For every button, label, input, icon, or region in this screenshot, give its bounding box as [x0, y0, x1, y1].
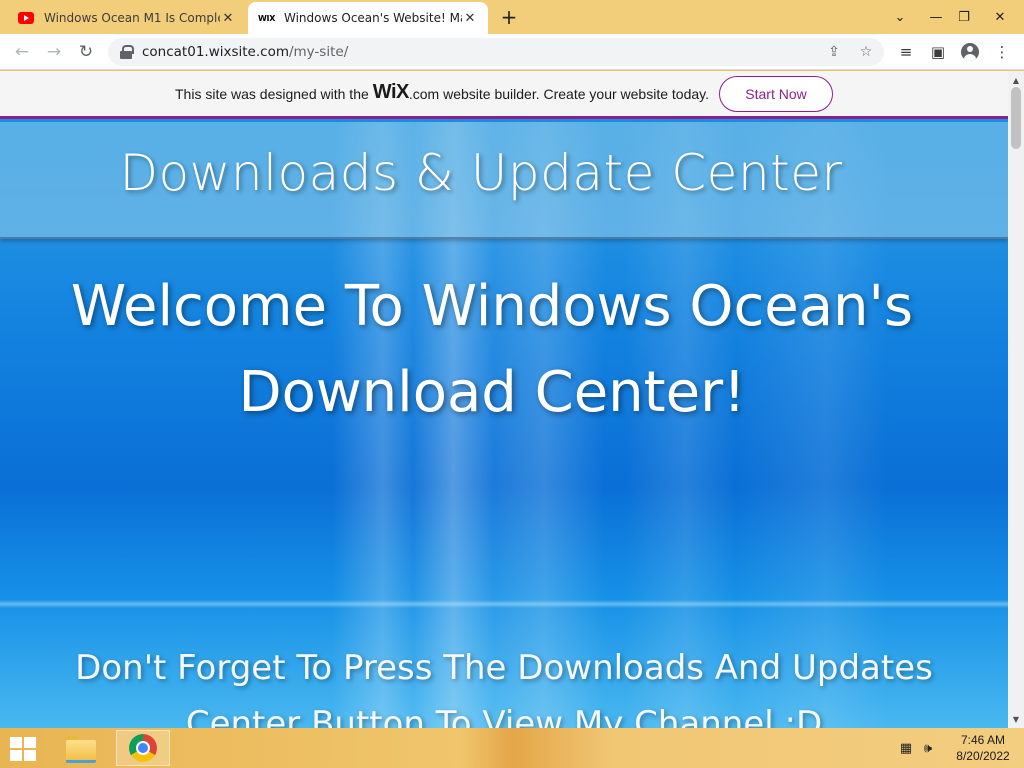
tab-close-icon[interactable]: ✕: [462, 10, 478, 26]
reminder-text: Don't Forget To Press The Downloads And …: [0, 640, 1008, 728]
clock-time: 7:46 AM: [960, 733, 1006, 747]
start-now-button[interactable]: Start Now: [719, 75, 833, 112]
menu-icon[interactable]: ⋮: [988, 38, 1016, 66]
clock-date: 8/20/2022: [956, 749, 1010, 763]
tab-title: Windows Ocean M1 Is Complete: [44, 11, 220, 25]
page-title: Downloads & Update Center: [119, 144, 843, 202]
new-tab-button[interactable]: +: [498, 5, 520, 29]
file-explorer-icon: [66, 736, 96, 763]
browser-toolbar: ← → ↻ concat01.wixsite.com/my-site/ ⇪ ☆ …: [0, 34, 1024, 70]
wix-logo[interactable]: WiX: [373, 81, 410, 104]
windows-start-icon[interactable]: [8, 736, 38, 762]
page-viewport: This site was designed with the WiX .com…: [0, 71, 1008, 728]
tab-youtube[interactable]: Windows Ocean M1 Is Complete ✕: [8, 2, 246, 34]
restore-button[interactable]: ❐: [946, 0, 982, 34]
tab-close-icon[interactable]: ✕: [220, 10, 236, 26]
scroll-up-icon[interactable]: ▲: [1008, 73, 1024, 87]
reload-icon[interactable]: ↻: [72, 38, 100, 66]
taskbar-clock[interactable]: 7:46 AM 8/20/2022: [948, 732, 1018, 764]
side-panel-icon[interactable]: ▣: [924, 38, 952, 66]
windows-taskbar: ▦ 🕪 7:46 AM 8/20/2022: [0, 728, 1024, 768]
wix-icon: WIX: [258, 13, 276, 23]
volume-icon[interactable]: 🕪: [920, 740, 936, 756]
vertical-scrollbar[interactable]: ▲ ▼: [1008, 71, 1024, 728]
close-window-button[interactable]: ✕: [982, 0, 1018, 34]
youtube-icon: [18, 12, 34, 24]
welcome-heading: Welcome To Windows Ocean's Download Cent…: [0, 264, 984, 436]
welcome-line-2: Download Center!: [238, 360, 746, 425]
share-icon[interactable]: ⇪: [824, 42, 844, 62]
tab-search-button[interactable]: ⌄: [882, 0, 918, 34]
profile-icon: [961, 43, 979, 61]
header-banner: Downloads & Update Center: [0, 122, 1008, 239]
chrome-taskbar-button[interactable]: [116, 730, 170, 766]
wix-banner-text-after: .com website builder. Create your websit…: [408, 85, 709, 102]
tab-strip: Windows Ocean M1 Is Complete ✕ WIX Windo…: [0, 0, 1024, 34]
wix-banner-text-before: This site was designed with the: [175, 85, 369, 102]
url-path: /my-site/: [288, 44, 349, 60]
reminder-line-2: Center Button To View My Channel :D: [185, 704, 823, 728]
chrome-icon: [129, 734, 157, 762]
hero-section: Downloads & Update Center Welcome To Win…: [0, 122, 1008, 728]
wix-promo-banner: This site was designed with the WiX .com…: [0, 71, 1008, 119]
star-icon[interactable]: ☆: [856, 42, 876, 62]
light-streak: [0, 600, 1008, 608]
welcome-line-1: Welcome To Windows Ocean's: [70, 274, 914, 339]
tab-title: Windows Ocean's Website! Main: [284, 11, 462, 25]
back-icon[interactable]: ←: [8, 38, 36, 66]
scroll-thumb[interactable]: [1011, 87, 1021, 149]
network-icon[interactable]: ▦: [898, 740, 914, 756]
lock-icon[interactable]: [120, 45, 134, 59]
forward-icon[interactable]: →: [40, 38, 68, 66]
reading-list-icon[interactable]: ≡: [892, 38, 920, 66]
file-explorer-button[interactable]: [54, 730, 108, 766]
tab-wix-site[interactable]: WIX Windows Ocean's Website! Main ✕: [248, 2, 488, 34]
profile-button[interactable]: [956, 38, 984, 66]
url-domain: concat01.wixsite.com: [142, 44, 289, 60]
scroll-down-icon[interactable]: ▼: [1008, 712, 1024, 726]
reminder-line-1: Don't Forget To Press The Downloads And …: [75, 648, 933, 688]
address-bar[interactable]: concat01.wixsite.com/my-site/ ⇪ ☆: [108, 38, 884, 66]
